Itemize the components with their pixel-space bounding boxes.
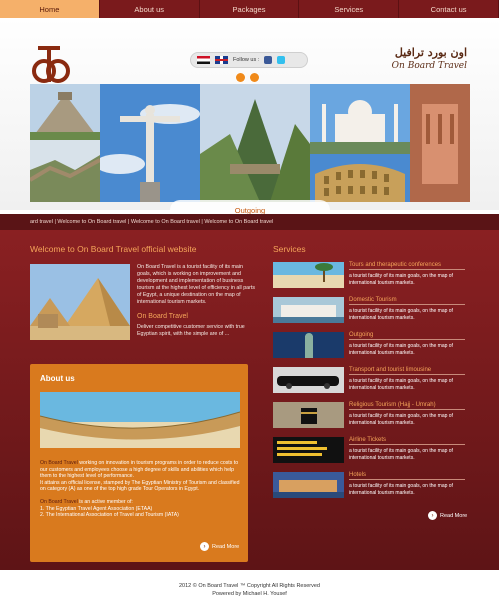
about-box: About us On Board Travel working on inno…	[30, 364, 248, 562]
nav-item-about-us[interactable]: About us	[100, 0, 200, 18]
twitter-icon[interactable]	[277, 56, 286, 64]
service-desc: a tourist facility of its main goals, on…	[349, 308, 453, 321]
service-title[interactable]: Religious Tourism (Hajj - Umrah)	[349, 402, 465, 410]
service-thumb-hotel	[273, 472, 344, 498]
brand-name-arabic: اون بورد ترافيل	[394, 46, 467, 59]
service-thumb-beach	[273, 262, 344, 288]
slide-photo-colosseum	[310, 154, 410, 202]
nav-item-home[interactable]: Home	[0, 0, 100, 18]
about-body: On Board Travel working on innovation in…	[40, 460, 242, 519]
services-read-more-label: Read More	[440, 512, 468, 519]
service-desc: a tourist facility of its main goals, on…	[349, 378, 453, 391]
slide-photo-petra	[410, 84, 470, 202]
facebook-icon[interactable]	[264, 56, 273, 64]
slide-photo-taj-mahal	[310, 84, 410, 154]
nav-item-services[interactable]: Services	[299, 0, 400, 18]
service-title[interactable]: Airline Tickets	[349, 437, 465, 445]
service-item: Transport and tourist limousine a touris…	[273, 367, 465, 395]
onboard-subtitle[interactable]: On Board Travel	[137, 313, 188, 320]
service-item: Domestic Tourism a tourist facility of i…	[273, 297, 465, 325]
about-member-1: 1. The Egyptian Travel Agent Association…	[40, 505, 153, 512]
slide-photo-pyramid-mexico	[30, 84, 100, 140]
arrow-right-icon: ›	[200, 542, 209, 551]
about-p1-highlight: On Board Travel	[40, 460, 78, 466]
about-image-hammock	[40, 392, 240, 448]
service-desc: a tourist facility of its main goals, on…	[349, 483, 453, 496]
service-desc: a tourist facility of its main goals, on…	[349, 273, 453, 286]
about-read-more-button[interactable]: › Read More	[200, 542, 239, 551]
header: Follow us : اون بورد ترافيل On Board Tra…	[0, 18, 499, 220]
services-read-more-button[interactable]: › Read More	[428, 511, 467, 520]
footer-powered-by: Powered by Michael H. Yousef	[212, 591, 287, 597]
service-item: Outgoing a tourist facility of its main …	[273, 332, 465, 360]
site-logo[interactable]	[30, 44, 70, 86]
about-member-2: 2. The International Association of Trav…	[40, 512, 179, 519]
service-thumb-limousine	[273, 367, 344, 393]
about-p3-highlight: On Board Travel	[40, 498, 78, 505]
nav-item-packages[interactable]: Packages	[200, 0, 300, 18]
arabic-flag-icon[interactable]	[197, 56, 210, 64]
welcome-title: Welcome to On Board Travel official webs…	[30, 244, 197, 254]
slide-photo-great-wall	[30, 140, 100, 202]
about-read-more-label: Read More	[212, 543, 240, 550]
onboard-text: Deliver competitive customer service wit…	[137, 324, 245, 337]
service-item: Religious Tourism (Hajj - Umrah) a touri…	[273, 402, 465, 430]
pause-icon[interactable]	[236, 73, 245, 82]
services-title: Services	[273, 244, 306, 254]
service-desc: a tourist facility of its main goals, on…	[349, 448, 453, 461]
footer: 2012 © On Board Travel ™ Copyright All R…	[0, 576, 499, 608]
service-item: Hotels a tourist facility of its main go…	[273, 472, 465, 500]
slide-photo-machu-picchu	[200, 84, 310, 202]
footer-copyright: 2012 © On Board Travel ™ Copyright All R…	[178, 583, 320, 589]
service-thumb-cruise	[273, 297, 344, 323]
service-title[interactable]: Tours and therapeutic conferences	[349, 262, 465, 270]
welcome-text: On Board Travel is a tourist facility of…	[137, 264, 255, 305]
service-thumb-kaaba	[273, 402, 344, 428]
news-ticker: ard travel | Welcome to On Board travel …	[0, 214, 499, 230]
service-thumb-statue-liberty	[273, 332, 344, 358]
service-title[interactable]: Transport and tourist limousine	[349, 367, 465, 375]
welcome-image-pyramids	[30, 264, 130, 340]
nav-item-contact-us[interactable]: Contact us	[399, 0, 499, 18]
top-nav: Home About us Packages Services Contact …	[0, 0, 499, 18]
follow-label: Follow us :	[233, 57, 260, 63]
service-title[interactable]: Outgoing	[349, 332, 465, 340]
about-p3: is an active member of:	[77, 498, 133, 505]
english-flag-icon[interactable]	[215, 56, 228, 64]
header-slider: Outgoing	[30, 84, 470, 220]
about-title: About us	[40, 374, 75, 383]
service-title[interactable]: Domestic Tourism	[349, 297, 465, 305]
about-p2: It attains an official license, stamped …	[40, 479, 240, 493]
service-item: Tours and therapeutic conferences a tour…	[273, 262, 465, 290]
service-title[interactable]: Hotels	[349, 472, 465, 480]
service-desc: a tourist facility of its main goals, on…	[349, 343, 453, 356]
social-bar: Follow us :	[190, 52, 308, 68]
arrow-right-icon: ›	[428, 511, 437, 520]
slide-photo-christ-redeemer	[100, 84, 200, 202]
stop-icon[interactable]	[250, 73, 259, 82]
service-thumb-airline-board	[273, 437, 344, 463]
brand-name-english: On Board Travel	[391, 61, 467, 71]
service-item: Airline Tickets a tourist facility of it…	[273, 437, 465, 465]
main-content: Welcome to On Board Travel official webs…	[0, 230, 499, 570]
service-desc: a tourist facility of its main goals, on…	[349, 413, 453, 426]
